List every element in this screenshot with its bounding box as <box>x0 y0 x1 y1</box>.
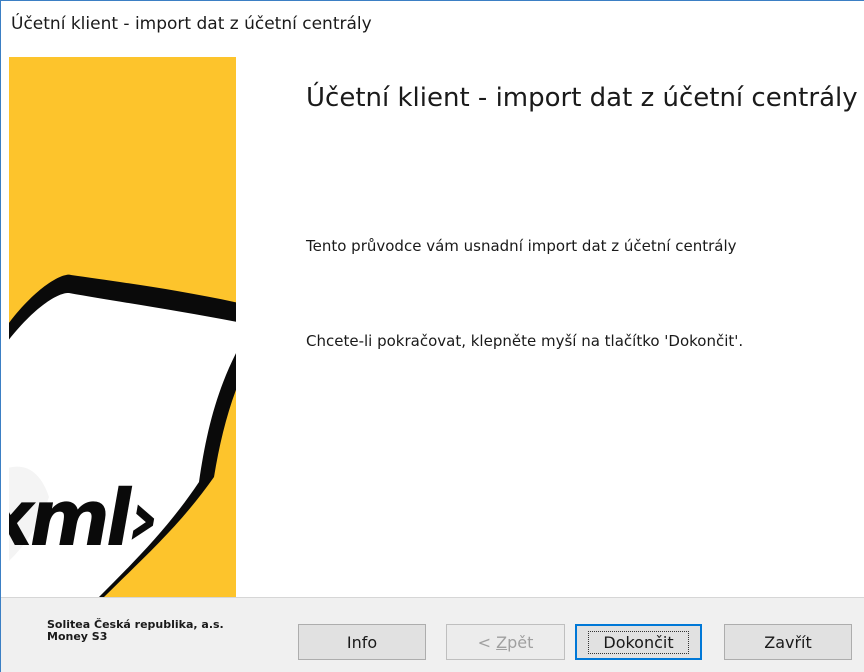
back-button[interactable]: < Zpět <box>446 624 565 660</box>
close-button[interactable]: Zavřít <box>724 624 852 660</box>
finish-button[interactable]: Dokončit <box>575 624 702 660</box>
xml-document-illustration: ‹xml› <box>9 57 236 597</box>
back-button-label: < Zpět <box>477 632 534 652</box>
info-button[interactable]: Info <box>298 624 426 660</box>
page-title: Účetní klient - import dat z účetní cent… <box>306 83 858 113</box>
wizard-content: ‹xml› Účetní klient - import dat z účetn… <box>1 47 864 597</box>
wizard-footer: Solitea Česká republika, a.s. Money S3 I… <box>1 597 864 672</box>
company-info: Solitea Česká republika, a.s. Money S3 <box>47 619 224 643</box>
xml-logo-text: ‹xml› <box>9 473 163 564</box>
intro-text: Tento průvodce vám usnadní import dat z … <box>306 237 737 255</box>
finish-button-label: Dokončit <box>588 630 689 654</box>
wizard-window: Účetní klient - import dat z účetní cent… <box>0 0 864 672</box>
instruction-text: Chcete-li pokračovat, klepněte myší na t… <box>306 332 744 350</box>
product-name: Money S3 <box>47 630 108 643</box>
window-title: Účetní klient - import dat z účetní cent… <box>11 14 372 34</box>
wizard-sidebar-graphic: ‹xml› <box>9 57 236 597</box>
info-button-label: Info <box>346 632 378 652</box>
title-bar[interactable]: Účetní klient - import dat z účetní cent… <box>1 1 864 47</box>
close-button-label: Zavřít <box>764 632 812 652</box>
